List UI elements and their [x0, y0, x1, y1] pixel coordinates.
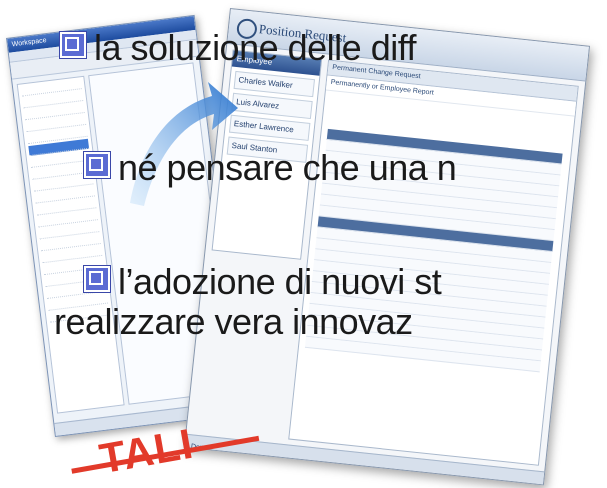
bullet-2: né pensare che una n [84, 147, 457, 188]
checkbox-square-icon [84, 152, 110, 178]
bullet-3-text-line1: l’adozione di nuovi st [118, 261, 442, 302]
bullet-2-text: né pensare che una n [118, 147, 457, 188]
bullet-3: l’adozione di nuovi st [84, 261, 442, 302]
checkbox-square-icon [84, 266, 110, 292]
bullet-3-continuation: realizzare vera innovaz [54, 302, 413, 342]
bullet-3-text-line2: realizzare vera innovaz [54, 301, 413, 342]
bullet-1-text: la soluzione delle diff [94, 27, 417, 68]
bullet-1: la soluzione delle diff [60, 27, 417, 68]
screenshot-right-window: Position Request Employee Charles Walker… [183, 8, 591, 486]
checkbox-square-icon [60, 32, 86, 58]
